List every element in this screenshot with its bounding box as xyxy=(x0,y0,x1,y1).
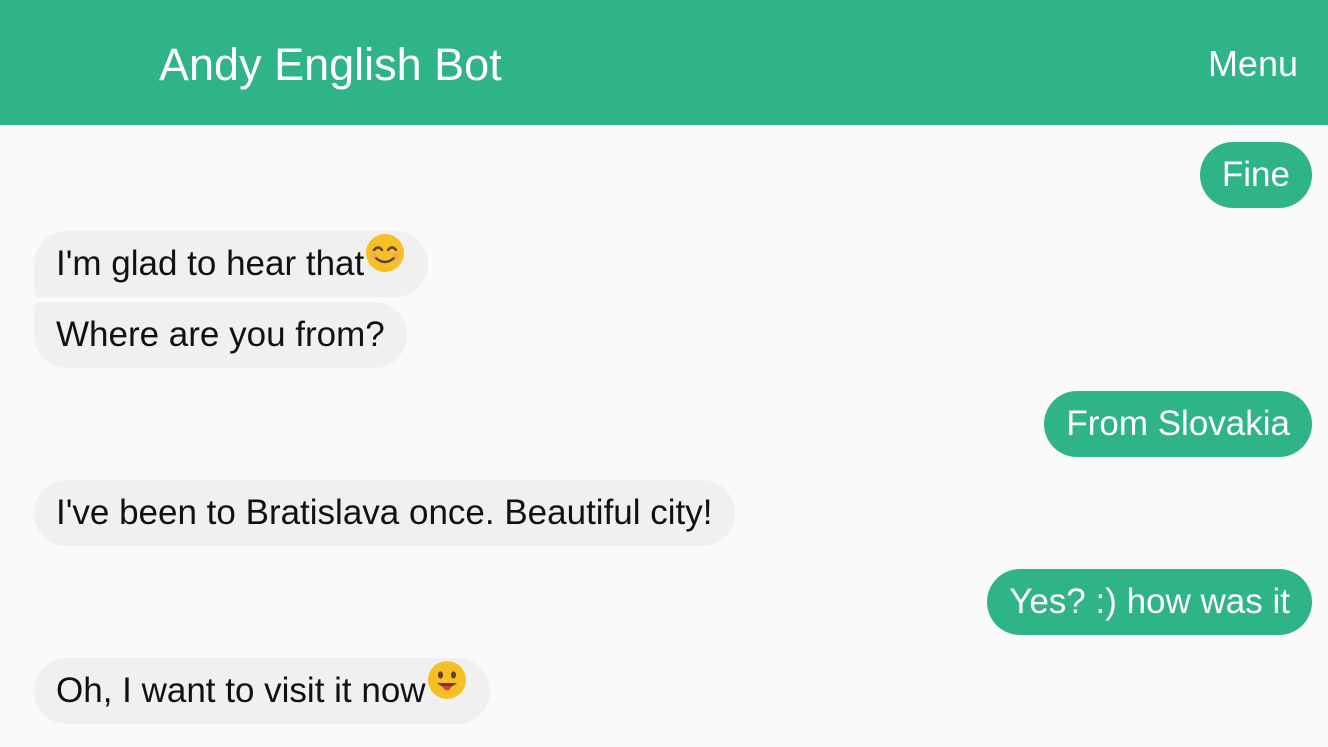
bot-message: Where are you from? xyxy=(34,302,407,368)
message-text: Fine xyxy=(1221,155,1290,194)
bot-message: I'm glad to hear that xyxy=(34,230,429,297)
chat-title: Andy English Bot xyxy=(159,39,502,90)
message-text: I'm glad to hear that xyxy=(56,244,365,283)
message-text: I've been to Bratislava once. Beautiful … xyxy=(56,493,713,532)
message-text: From Slovakia xyxy=(1066,404,1290,443)
message-text: Yes? :) how was it xyxy=(1009,582,1290,621)
smiling-face-icon xyxy=(364,230,406,296)
user-message: Fine xyxy=(1199,142,1312,208)
bot-message: Oh, I want to visit it now xyxy=(34,658,490,724)
menu-button[interactable]: Menu xyxy=(1208,42,1298,86)
message-text: Where are you from? xyxy=(56,315,385,354)
user-message: From Slovakia xyxy=(1044,391,1312,457)
message-text: Oh, I want to visit it now xyxy=(56,671,426,710)
tongue-out-face-icon xyxy=(426,657,468,723)
app-header: Andy English Bot Menu xyxy=(0,0,1328,125)
bot-message: I've been to Bratislava once. Beautiful … xyxy=(34,480,735,546)
user-message: Yes? :) how was it xyxy=(987,569,1312,635)
